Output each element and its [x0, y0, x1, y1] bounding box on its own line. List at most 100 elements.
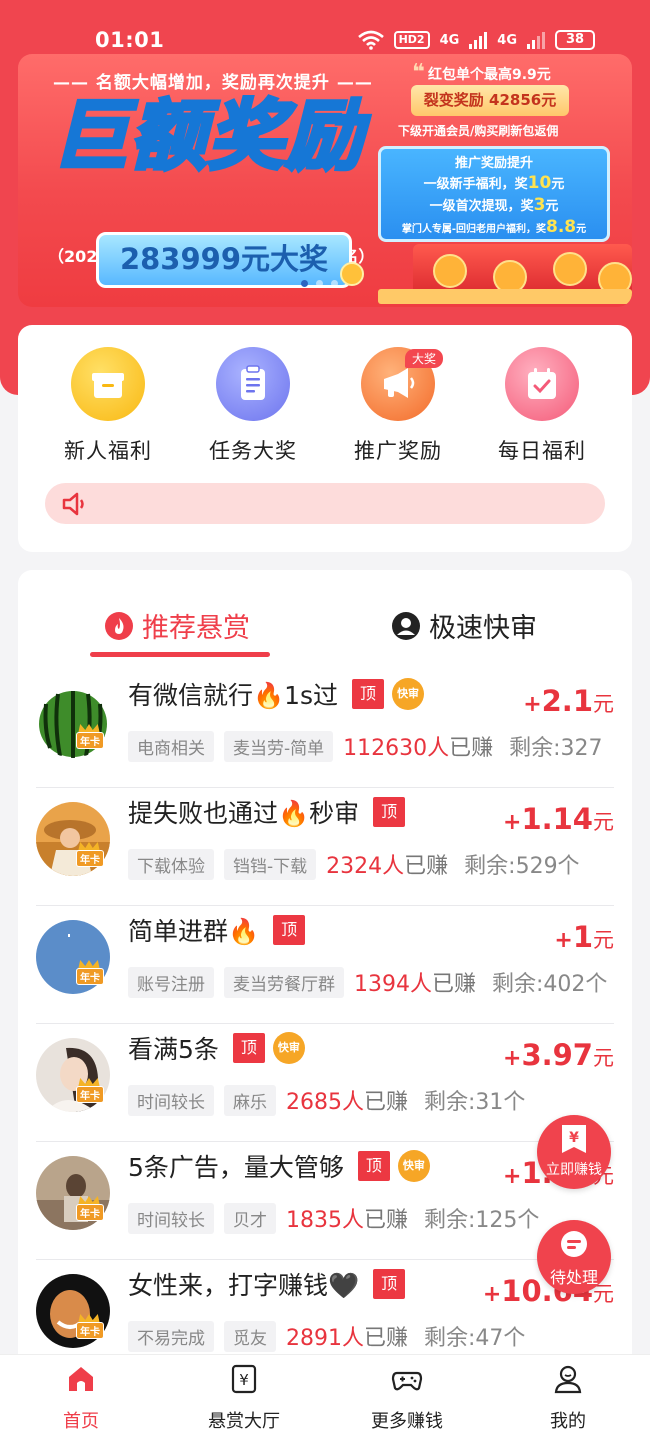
- earned-count: 1394人已赚: [354, 972, 477, 997]
- notice-bar[interactable]: [45, 483, 605, 524]
- earned-count: 2324人已赚: [326, 854, 449, 879]
- banner-split-reward: 裂变奖励 42856元: [411, 85, 569, 116]
- network-label-1: 4G: [439, 32, 460, 48]
- banner-refund: 下级开通会员/购买刷新包返佣: [398, 124, 559, 138]
- home-icon: [69, 1367, 93, 1391]
- task-price: +2.1元: [523, 684, 614, 718]
- task-row[interactable]: 年卡 看满5条顶快审 +3.97元 时间较长 麻乐 2685人已赚 剩余:31个: [36, 1024, 614, 1142]
- tab-fast-review[interactable]: 极速快审: [391, 606, 537, 645]
- task-meta: 时间较长 麻乐 2685人已赚 剩余:31个: [128, 1084, 525, 1116]
- flame-icon: [105, 611, 133, 640]
- earned-count: 2685人已赚: [286, 1090, 409, 1115]
- quick-label: 推广奖励: [354, 439, 442, 463]
- quick-item-newbie[interactable]: 新人福利: [48, 347, 168, 465]
- task-title: 女性来，打字赚钱🖤 顶: [128, 1266, 406, 1302]
- tab-recommended[interactable]: 推荐悬赏: [104, 606, 250, 645]
- pinned-badge: 顶: [357, 1151, 390, 1181]
- task-title: 简单进群🔥 顶: [128, 912, 306, 948]
- task-tag: 铛铛-下载: [224, 848, 317, 880]
- quick-actions-card: 新人福利 任务大奖 大奖 推广奖励 每日福利: [18, 325, 632, 552]
- earn-now-button[interactable]: ¥ 立即赚钱: [537, 1115, 611, 1189]
- quick-label: 新人福利: [64, 439, 152, 463]
- signal-icon-2: [527, 31, 545, 49]
- task-tag: 时间较长: [128, 1084, 214, 1116]
- pinned-badge: 顶: [373, 797, 406, 827]
- remaining-count: 剩余:31个: [424, 1090, 526, 1115]
- fast-review-badge: 快审: [397, 1150, 430, 1182]
- remaining-count: 剩余:327: [509, 736, 603, 761]
- earned-count: 112630人已赚: [343, 736, 494, 761]
- gift-box-icon: [71, 347, 145, 421]
- earned-count: 2891人已赚: [286, 1326, 409, 1351]
- carousel-dots[interactable]: [301, 280, 338, 287]
- pending-button[interactable]: 待处理: [537, 1220, 611, 1294]
- banner-max-red: 红包单个最高9.9元: [428, 67, 551, 83]
- avatar: 年卡: [36, 1038, 110, 1112]
- fast-review-badge: 快审: [272, 1032, 305, 1064]
- quick-label: 任务大奖: [209, 439, 297, 463]
- task-price: +1.14元: [503, 802, 614, 836]
- user-icon: [554, 1365, 582, 1394]
- task-tag: 麻乐: [224, 1084, 276, 1116]
- fast-review-badge: 快审: [392, 678, 425, 710]
- task-tag: 下载体验: [128, 848, 214, 880]
- task-price: +3.97元: [503, 1038, 614, 1072]
- quick-item-daily[interactable]: 每日福利: [482, 347, 602, 465]
- task-row[interactable]: 年卡 有微信就行🔥1s过顶快审 +2.1元 电商相关 麦当劳-简单 112630人已…: [36, 670, 614, 788]
- svg-text:¥: ¥: [569, 1130, 579, 1146]
- task-tag: 贝才: [224, 1202, 276, 1234]
- promo-line-3: 掌门人专属-回归老用户福利，奖8.8元: [401, 217, 587, 237]
- chat-bubble-icon: [561, 1231, 587, 1257]
- pinned-badge: 顶: [273, 915, 306, 945]
- banner-big-title: 巨额奖励: [50, 91, 364, 180]
- promo-title: 推广奖励提升: [454, 156, 533, 171]
- quick-item-promotion[interactable]: 大奖 推广奖励: [338, 347, 458, 465]
- task-tag: 账号注册: [128, 966, 214, 998]
- remaining-count: 剩余:125个: [424, 1208, 540, 1233]
- quick-item-task-prize[interactable]: 任务大奖: [193, 347, 313, 465]
- quick-label: 每日福利: [498, 439, 586, 463]
- nav-more-earn[interactable]: 更多赚钱: [347, 1363, 467, 1433]
- promo-line-1: 一级新手福利，奖10元: [423, 173, 565, 193]
- network-label-2: 4G: [497, 32, 517, 48]
- nav-home[interactable]: 首页: [21, 1363, 141, 1433]
- yuan-board-icon: ¥: [231, 1364, 257, 1394]
- calendar-check-icon: [505, 347, 579, 421]
- tab-indicator: [90, 652, 270, 657]
- nav-bounty-hall[interactable]: ¥ 悬赏大厅: [184, 1363, 304, 1433]
- task-title: 看满5条顶快审: [128, 1030, 305, 1066]
- task-meta: 电商相关 麦当劳-简单 112630人已赚 剩余:327: [128, 730, 603, 762]
- avatar: 年卡: [36, 802, 110, 876]
- task-meta: 时间较长 贝才 1835人已赚 剩余:125个: [128, 1202, 539, 1234]
- nav-mine[interactable]: 我的: [508, 1363, 628, 1433]
- task-tag: 电商相关: [128, 730, 214, 762]
- speaker-icon: [62, 492, 84, 516]
- promo-banner[interactable]: —— 名额大幅增加，奖励再次提升 —— 巨额奖励 （2025年7月推广排行榜前2…: [18, 54, 632, 307]
- signal-icon: [469, 31, 488, 49]
- task-title: 5条广告，量大管够顶快审: [128, 1148, 430, 1184]
- banner-base: [378, 289, 632, 304]
- task-meta: 账号注册 麦当劳餐厅群 1394人已赚 剩余:402个: [128, 966, 607, 998]
- avatar: 年卡: [36, 684, 110, 758]
- bottom-nav: 首页 ¥ 悬赏大厅 更多赚钱 我的: [0, 1354, 650, 1444]
- coin-icon: [340, 262, 364, 286]
- earned-count: 1835人已赚: [286, 1208, 409, 1233]
- pinned-badge: 顶: [232, 1033, 265, 1063]
- task-tag: 不易完成: [128, 1320, 214, 1352]
- banner-promo-box: 推广奖励提升 一级新手福利，奖10元 一级首次提现，奖3元 掌门人专属-回归老用…: [378, 146, 610, 242]
- status-icons: HD2 4G 4G 38: [357, 30, 595, 50]
- quote-mark-icon: ❝: [412, 60, 425, 85]
- task-row[interactable]: 年卡 简单进群🔥 顶 +1元 账号注册 麦当劳餐厅群 1394人已赚 剩余:402个: [36, 906, 614, 1024]
- hd-badge: HD2: [393, 31, 430, 49]
- task-tag: 麦当劳-简单: [224, 730, 334, 762]
- battery-icon: 38: [555, 30, 595, 50]
- svg-text:¥: ¥: [239, 1371, 249, 1389]
- gamepad-icon: [391, 1371, 423, 1391]
- avatar: 年卡: [36, 1156, 110, 1230]
- user-circle-icon: [392, 611, 420, 640]
- task-title: 有微信就行🔥1s过顶快审: [128, 676, 425, 712]
- yuan-envelope-icon: ¥: [562, 1125, 586, 1153]
- task-row[interactable]: 年卡 5条广告，量大管够顶快审 +1.12元 时间较长贝才1835人已赚剩余:1…: [36, 1142, 614, 1260]
- task-row[interactable]: 年卡 提失败也通过🔥秒审顶 +1.14元 下载体验 铛铛-下载 2324人已赚 剩余:…: [36, 788, 614, 906]
- task-meta: 下载体验 铛铛-下载 2324人已赚 剩余:529个: [128, 848, 580, 880]
